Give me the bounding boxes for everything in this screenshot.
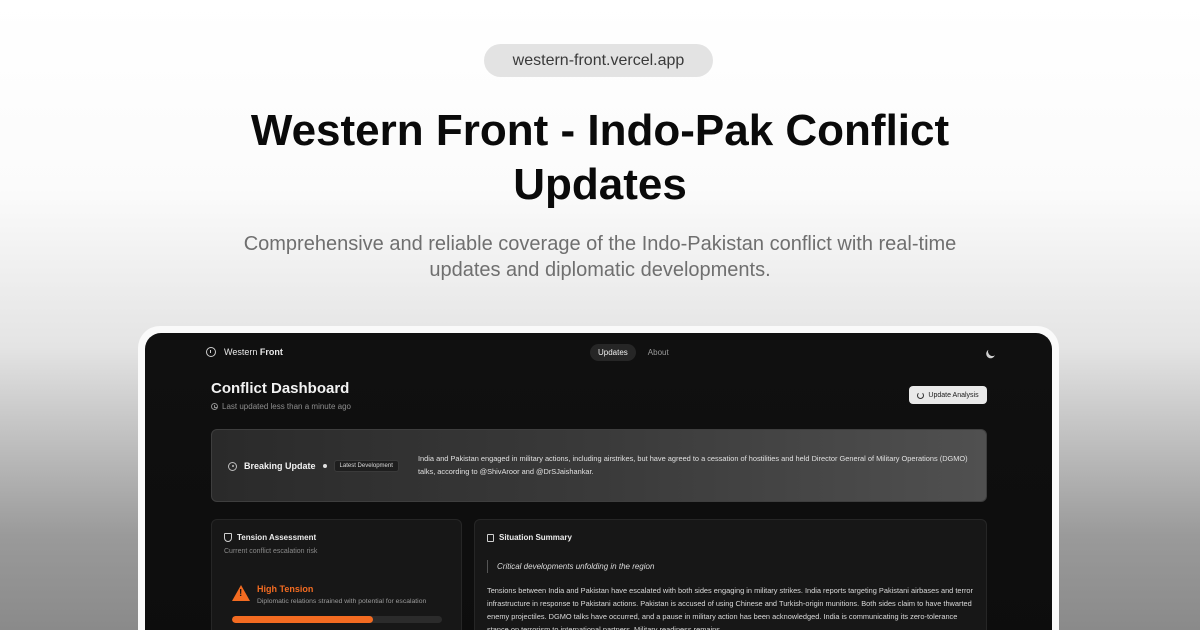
brand[interactable]: Western Front — [206, 347, 283, 357]
tension-progress-bar — [232, 616, 442, 623]
tab-about[interactable]: About — [640, 344, 677, 361]
shield-icon — [224, 533, 232, 542]
hero-title: Western Front - Indo-Pak Conflict Update… — [250, 106, 950, 209]
warning-triangle-icon — [232, 585, 250, 601]
clock-icon — [211, 403, 218, 410]
tension-subtitle: Current conflict escalation risk — [224, 548, 318, 555]
last-updated-text: Last updated less than a minute ago — [222, 402, 351, 411]
breaking-header: Breaking Update Latest Development — [228, 460, 399, 472]
page-title: Conflict Dashboard — [211, 380, 350, 397]
app-screen: Western Front Updates About Conflict Das… — [145, 333, 1052, 630]
risk-row: High Tension Diplomatic relations strain… — [232, 584, 426, 605]
latest-development-badge: Latest Development — [333, 460, 399, 472]
document-icon — [487, 533, 494, 542]
tension-level: High Tension — [257, 584, 314, 594]
refresh-icon — [917, 391, 925, 399]
hero-subtitle: Comprehensive and reliable coverage of t… — [243, 233, 957, 281]
breaking-text: India and Pakistan engaged in military a… — [418, 454, 968, 476]
moon-icon[interactable] — [987, 346, 999, 358]
summary-title: Situation Summary — [499, 533, 572, 542]
summary-quote: Critical developments unfolding in the r… — [487, 560, 654, 573]
summary-header: Situation Summary — [487, 533, 572, 542]
broadcast-icon — [228, 461, 237, 471]
brand-suffix: Front — [259, 347, 283, 357]
situation-summary-card: Situation Summary Critical developments … — [474, 519, 987, 630]
nav-tabs: Updates About — [590, 344, 677, 361]
screenshot-frame: Western Front Updates About Conflict Das… — [138, 326, 1059, 630]
tension-title: Tension Assessment — [237, 533, 317, 542]
update-analysis-button[interactable]: Update Analysis — [909, 386, 987, 404]
summary-text: Tensions between India and Pakistan have… — [487, 586, 974, 630]
breaking-label: Breaking Update — [244, 461, 316, 471]
url-pill: western-front.vercel.app — [484, 44, 713, 77]
breaking-update-card: Breaking Update Latest Development India… — [211, 429, 987, 502]
tension-progress-fill — [232, 616, 373, 623]
brand-prefix: Western — [224, 347, 258, 357]
live-dot — [322, 464, 327, 468]
tension-header: Tension Assessment — [224, 533, 316, 542]
alert-circle-icon — [206, 347, 216, 357]
tension-assessment-card: Tension Assessment Current conflict esca… — [211, 519, 462, 630]
last-updated: Last updated less than a minute ago — [211, 402, 351, 411]
tab-updates[interactable]: Updates — [590, 344, 636, 361]
top-nav: Western Front Updates About — [145, 333, 1052, 373]
update-analysis-label: Update Analysis — [928, 391, 979, 399]
tension-description: Diplomatic relations strained with poten… — [257, 598, 427, 605]
